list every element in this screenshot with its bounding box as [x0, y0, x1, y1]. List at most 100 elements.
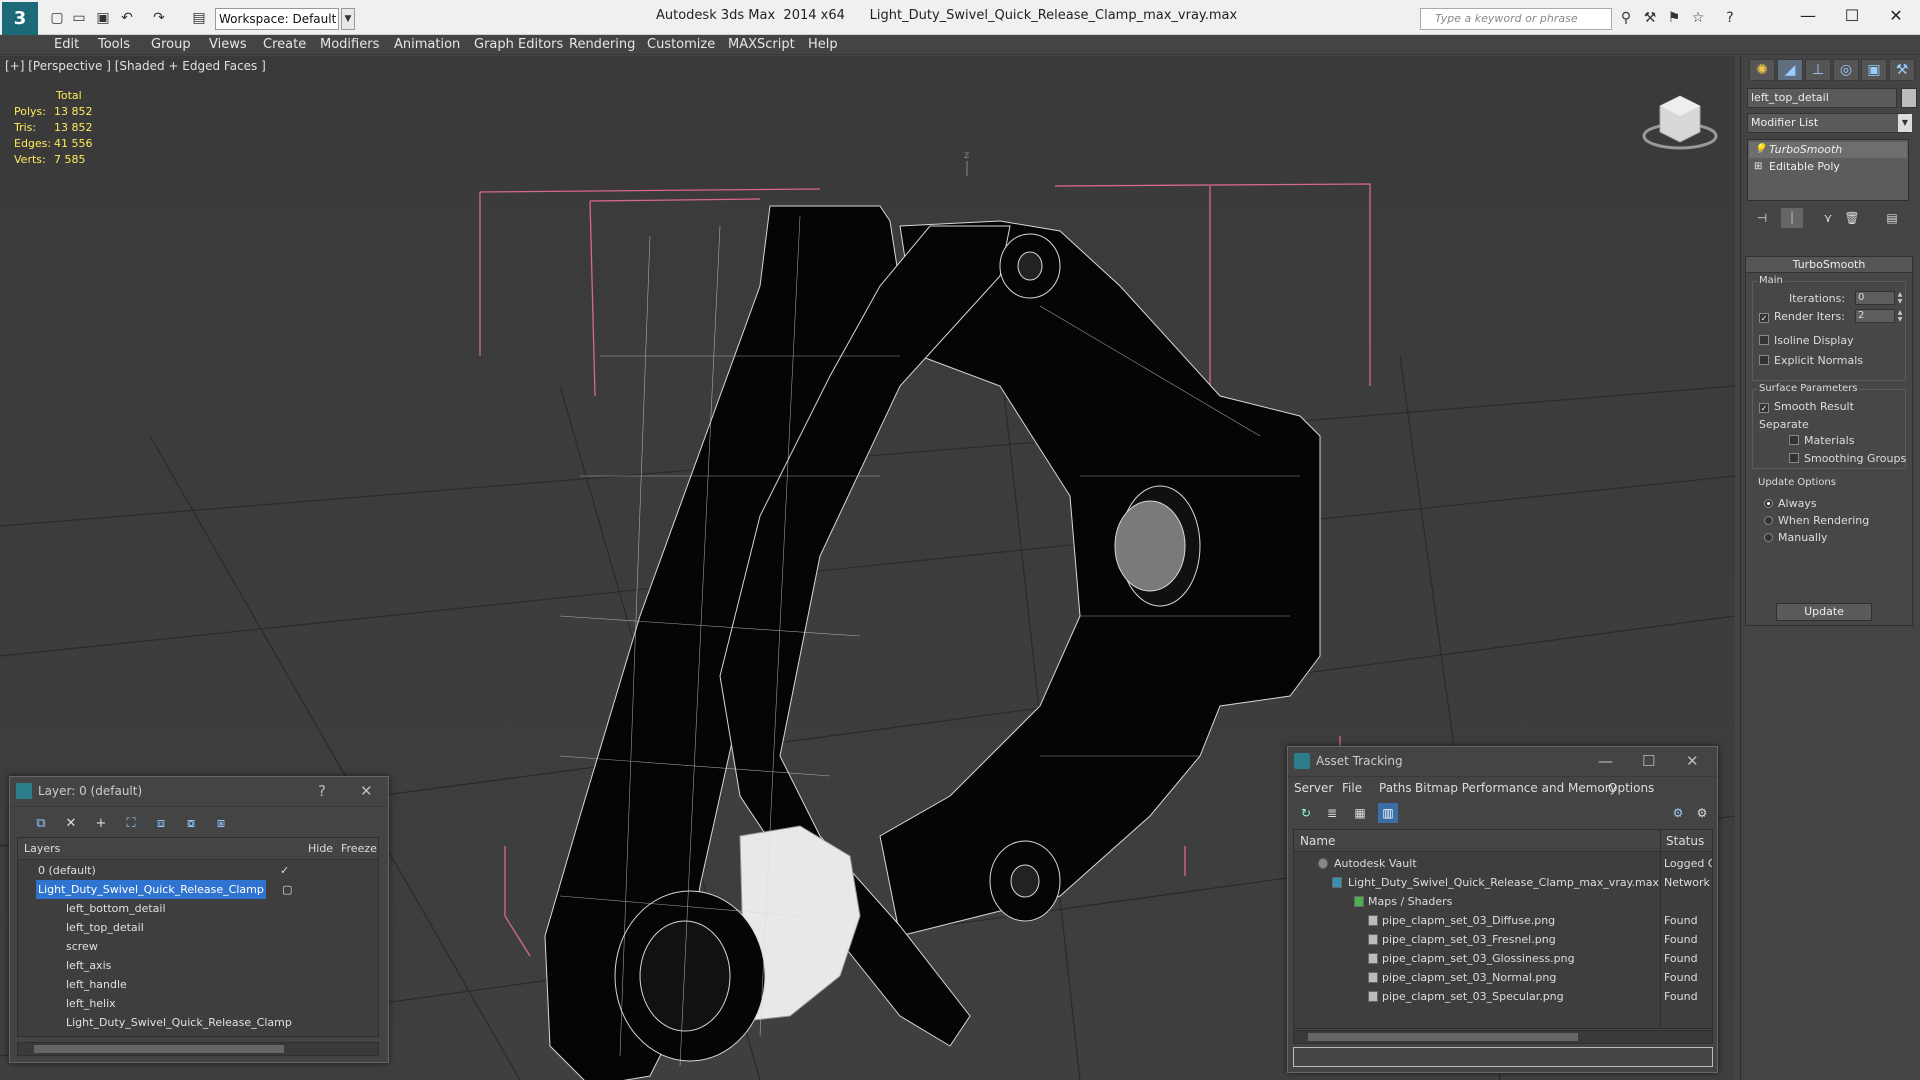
modify-tab-icon[interactable]: ◢ — [1777, 59, 1803, 81]
menu-customize[interactable]: Customize — [647, 37, 715, 52]
menu-rendering[interactable]: Rendering — [569, 37, 635, 52]
app-logo-icon[interactable]: 3 — [2, 2, 38, 36]
new-file-icon[interactable]: ▢ — [48, 9, 66, 27]
vault-settings-icon[interactable]: ⚙ — [1692, 803, 1712, 823]
stack-item-editable-poly[interactable]: ⊞ Editable Poly — [1749, 159, 1907, 175]
pin-stack-icon[interactable]: ⊣ — [1751, 208, 1773, 228]
layer-row[interactable]: left_bottom_detail — [18, 899, 373, 918]
menu-help[interactable]: Help — [808, 37, 838, 52]
layer-row[interactable]: left_helix — [18, 994, 373, 1013]
maximize-button[interactable]: ☐ — [1642, 752, 1655, 770]
configure-modifier-sets-icon[interactable]: ▤ — [1881, 208, 1903, 228]
asset-row[interactable]: pipe_clapm_set_03_Glossiness.png Found — [1294, 949, 1712, 968]
menu-edit[interactable]: Edit — [54, 37, 79, 52]
vault-connect-icon[interactable]: ⚙ — [1668, 803, 1688, 823]
column-status[interactable]: Status — [1666, 834, 1704, 848]
lightbulb-icon[interactable]: 💡 — [1754, 142, 1766, 158]
asset-row[interactable]: pipe_clapm_set_03_Diffuse.png Found — [1294, 911, 1712, 930]
scrollbar-thumb[interactable] — [1308, 1033, 1578, 1041]
menu-create[interactable]: Create — [263, 37, 306, 52]
object-name-field[interactable]: left_top_detail — [1747, 88, 1897, 108]
modifier-list-dropdown[interactable]: Modifier List ▼ — [1747, 113, 1912, 133]
list-view-icon[interactable]: ≣ — [1322, 803, 1342, 823]
menu-graph-editors[interactable]: Graph Editors — [474, 37, 563, 52]
asset-row[interactable]: Autodesk Vault Logged O — [1294, 854, 1712, 873]
workspace-dropdown[interactable]: Workspace: Default — [215, 8, 339, 30]
column-layers[interactable]: Layers — [24, 842, 60, 855]
minimize-button[interactable]: — — [1598, 752, 1613, 770]
menu-tools[interactable]: Tools — [98, 37, 130, 52]
checkbox-checked-icon[interactable]: ✓ — [1759, 403, 1769, 413]
radio-always[interactable]: Always — [1764, 497, 1817, 510]
menu-views[interactable]: Views — [209, 37, 247, 52]
display-tab-icon[interactable]: ▣ — [1861, 59, 1887, 81]
close-button[interactable]: ✕ — [360, 782, 373, 800]
update-button[interactable]: Update — [1776, 603, 1872, 621]
current-layer-check-icon[interactable]: ✓ — [280, 861, 289, 880]
layer-row[interactable]: left_handle — [18, 975, 373, 994]
menu-modifiers[interactable]: Modifiers — [320, 37, 379, 52]
menu-options[interactable]: Options — [1608, 781, 1654, 795]
save-icon[interactable]: ▣ — [94, 9, 112, 27]
menu-server[interactable]: Server — [1294, 781, 1333, 795]
column-freeze[interactable]: Freeze — [341, 842, 377, 855]
remove-modifier-icon[interactable]: 🗑 — [1841, 208, 1863, 228]
close-button[interactable]: ✕ — [1876, 4, 1916, 28]
make-unique-icon[interactable]: ⋎ — [1817, 208, 1839, 228]
stack-item-turbosmooth[interactable]: 💡 TurboSmooth — [1749, 142, 1907, 158]
menu-group[interactable]: Group — [151, 37, 191, 52]
help-button[interactable]: ? — [318, 782, 326, 800]
render-iters-spinner-arrows-icon[interactable]: ▲ ▼ — [1896, 309, 1904, 323]
create-layer-icon[interactable]: ⧉ — [30, 813, 52, 835]
smoothing-groups-checkbox[interactable]: Smoothing Groups — [1789, 452, 1906, 465]
iterations-spinner-arrows-icon[interactable]: ▲ ▼ — [1896, 291, 1904, 305]
close-button[interactable]: ✕ — [1686, 752, 1699, 770]
asset-row[interactable]: Light_Duty_Swivel_Quick_Release_Clamp_ma… — [1294, 873, 1712, 892]
open-file-icon[interactable]: ▭ — [70, 9, 88, 27]
minimize-button[interactable]: — — [1788, 4, 1828, 28]
search-input[interactable]: Type a keyword or phrase — [1420, 8, 1612, 30]
menu-bitmap-performance[interactable]: Bitmap Performance and Memory — [1415, 781, 1617, 795]
asset-row[interactable]: Maps / Shaders — [1294, 892, 1712, 911]
undo-icon[interactable]: ↶ — [118, 9, 136, 27]
highlight-layer-icon[interactable]: ⧈ — [150, 813, 172, 835]
menu-animation[interactable]: Animation — [394, 37, 460, 52]
delete-layer-icon[interactable]: ✕ — [60, 813, 82, 835]
workspace-dropdown-arrow-icon[interactable]: ▼ — [341, 8, 355, 30]
layer-row[interactable]: Light_Duty_Swivel_Quick_Release_Clamp — [18, 1013, 373, 1032]
render-iters-spinner[interactable]: 2 — [1855, 309, 1895, 323]
layer-row[interactable]: 0 (default) ✓ — [18, 861, 373, 880]
hide-all-icon[interactable]: ⧇ — [180, 813, 202, 835]
layer-row[interactable]: left_axis — [18, 956, 373, 975]
layer-horizontal-scrollbar[interactable] — [17, 1042, 379, 1056]
thumbnail-view-icon[interactable]: ▦ — [1350, 803, 1370, 823]
rollout-title[interactable]: TurboSmooth — [1746, 257, 1912, 273]
layer-row[interactable]: screw — [18, 937, 373, 956]
freeze-all-icon[interactable]: ⧆ — [210, 813, 232, 835]
motion-tab-icon[interactable]: ◎ — [1833, 59, 1859, 81]
asset-row[interactable]: pipe_clapm_set_03_Fresnel.png Found — [1294, 930, 1712, 949]
render-iters-checkbox[interactable]: ✓ Render Iters: — [1759, 310, 1845, 323]
isoline-display-checkbox[interactable]: Isoline Display — [1759, 334, 1854, 347]
scrollbar-thumb[interactable] — [34, 1045, 284, 1053]
viewcube-icon[interactable] — [1640, 86, 1720, 156]
asset-horizontal-scrollbar[interactable] — [1293, 1030, 1713, 1044]
utilities-tab-icon[interactable]: ⚒ — [1889, 59, 1915, 81]
menu-file[interactable]: File — [1342, 781, 1362, 795]
radio-when-rendering[interactable]: When Rendering — [1764, 514, 1869, 527]
smooth-result-checkbox[interactable]: ✓ Smooth Result — [1759, 400, 1854, 413]
subscription-icon[interactable]: ⚒ — [1640, 9, 1660, 27]
set-current-box-icon[interactable]: ▢ — [282, 880, 292, 899]
maximize-button[interactable]: ☐ — [1832, 4, 1872, 28]
materials-checkbox[interactable]: Materials — [1789, 434, 1854, 447]
refresh-icon[interactable]: ↻ — [1296, 803, 1316, 823]
column-name[interactable]: Name — [1300, 834, 1335, 848]
object-color-swatch[interactable] — [1901, 88, 1917, 108]
chevron-down-icon[interactable]: ▼ — [1898, 114, 1912, 132]
radio-manually[interactable]: Manually — [1764, 531, 1828, 544]
layer-dialog-titlebar[interactable]: Layer: 0 (default) ? ✕ — [10, 777, 388, 807]
viewport-label[interactable]: [+] [Perspective ] [Shaded + Edged Faces… — [5, 59, 266, 73]
communication-icon[interactable]: ⚑ — [1664, 9, 1684, 27]
asset-row[interactable]: pipe_clapm_set_03_Specular.png Found — [1294, 987, 1712, 1006]
checkbox-checked-icon[interactable]: ✓ — [1759, 313, 1769, 323]
